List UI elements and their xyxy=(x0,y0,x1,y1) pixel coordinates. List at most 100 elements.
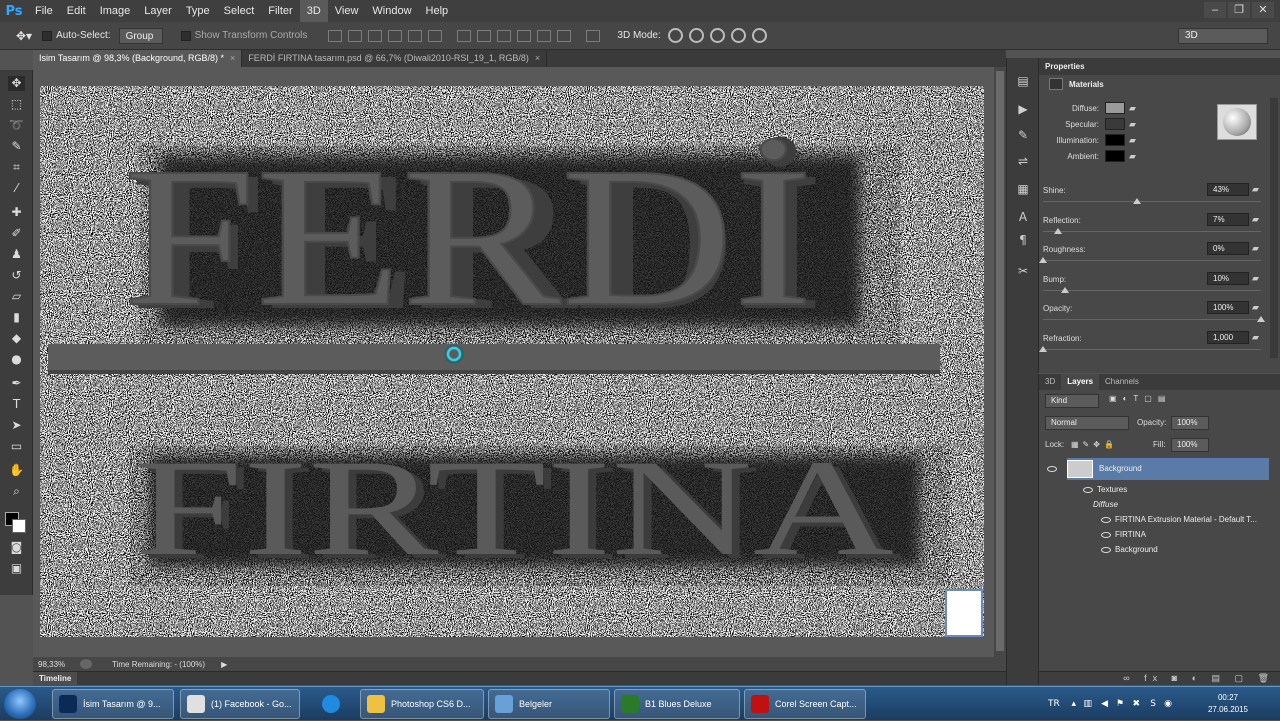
filter-type-icon[interactable]: T xyxy=(1133,394,1138,403)
action-center-icon[interactable]: ⚑ xyxy=(1114,699,1124,709)
menu-type[interactable]: Type xyxy=(179,0,217,22)
timeline-tab[interactable]: Timeline xyxy=(33,672,78,686)
visibility-eye-icon[interactable] xyxy=(1101,532,1111,538)
slider-track[interactable] xyxy=(1043,260,1261,261)
taskbar-button[interactable]: (1) Facebook - Go... xyxy=(180,689,300,719)
start-button[interactable] xyxy=(4,689,36,719)
tab-3d[interactable]: 3D xyxy=(1039,374,1061,390)
slider-track[interactable] xyxy=(1043,289,1261,291)
lasso-tool-icon[interactable]: ➰ xyxy=(8,118,25,133)
distribute-right-icon[interactable] xyxy=(557,29,572,42)
properties-scrollbar[interactable] xyxy=(1270,98,1278,358)
menu-image[interactable]: Image xyxy=(93,0,138,22)
character-icon[interactable]: A xyxy=(1016,210,1030,224)
material-color-swatch[interactable] xyxy=(1105,102,1125,114)
layer-action-icons[interactable]: ∞ fx ◙ ◐ ▤ ▢ 🗑 xyxy=(1123,673,1275,684)
filter-adjust-icon[interactable]: ◐ xyxy=(1123,394,1128,403)
slider-knob[interactable] xyxy=(1039,345,1047,352)
menu-help[interactable]: Help xyxy=(419,0,456,22)
marquee-tool-icon[interactable]: ⬚ xyxy=(8,97,25,112)
folder-icon[interactable]: ▰ xyxy=(1129,103,1139,113)
folder-icon[interactable]: ▰ xyxy=(1252,302,1259,313)
menu-file[interactable]: File xyxy=(28,0,60,22)
crop-tool-icon[interactable]: ⌗ xyxy=(8,160,25,175)
folder-icon[interactable]: ▰ xyxy=(1252,273,1259,284)
eyedropper-tool-icon[interactable]: ⁄ xyxy=(8,181,25,196)
layer-row[interactable]: Background xyxy=(1047,458,1269,480)
fill-field[interactable]: 100% xyxy=(1171,438,1209,452)
layer-row[interactable]: Diffuse xyxy=(1039,497,1269,512)
tools-icon[interactable]: ✂ xyxy=(1016,264,1030,278)
3d-rotate-icon[interactable] xyxy=(667,28,683,43)
align-top-icon[interactable] xyxy=(328,29,343,42)
visibility-eye-icon[interactable] xyxy=(1083,487,1093,493)
slider-value-field[interactable]: 1,000 xyxy=(1207,330,1249,344)
align-hcenter-icon[interactable] xyxy=(408,29,423,42)
slider-knob[interactable] xyxy=(1132,198,1141,204)
3d-roll-icon[interactable] xyxy=(688,28,704,43)
slider-track[interactable] xyxy=(1043,319,1261,320)
folder-icon[interactable]: ▰ xyxy=(1252,243,1259,254)
paragraph-icon[interactable]: ¶ xyxy=(1016,233,1030,247)
blur-tool-icon[interactable]: ◆ xyxy=(8,331,25,346)
workspace-dropdown[interactable]: 3D xyxy=(1178,28,1268,44)
material-color-swatch[interactable] xyxy=(1105,134,1125,146)
folder-icon[interactable]: ▰ xyxy=(1252,184,1259,195)
healing-tool-icon[interactable]: ✚ xyxy=(8,205,25,220)
distribute-top-icon[interactable] xyxy=(457,29,472,42)
visibility-eye-icon[interactable] xyxy=(1047,466,1057,472)
language-indicator[interactable]: TR xyxy=(1048,699,1060,709)
distribute-bottom-icon[interactable] xyxy=(497,29,512,42)
folder-icon[interactable]: ▰ xyxy=(1129,135,1139,145)
slider-value-field[interactable]: 100% xyxy=(1207,301,1249,314)
network-icon[interactable]: ▥ xyxy=(1082,699,1092,709)
filter-pixel-icon[interactable]: ▣ xyxy=(1109,394,1117,403)
properties-title[interactable]: Properties xyxy=(1039,58,1280,75)
align-vcenter-icon[interactable] xyxy=(348,29,363,42)
menu-window[interactable]: Window xyxy=(365,0,418,22)
adjustments-icon[interactable]: ⇌ xyxy=(1016,154,1030,168)
folder-icon[interactable]: ▰ xyxy=(1252,214,1259,225)
align-bottom-icon[interactable] xyxy=(368,29,383,42)
auto-select-dropdown[interactable]: Group xyxy=(118,27,163,44)
capture-icon[interactable]: ◉ xyxy=(1162,699,1172,709)
scroll-thumb[interactable] xyxy=(996,71,1004,651)
filter-smart-icon[interactable]: ▤ xyxy=(1158,394,1166,403)
gradient-tool-icon[interactable]: ▮ xyxy=(8,310,25,325)
document-tab[interactable]: FERDİ FIRTINA tasarım.psd @ 66,7% (Diwal… xyxy=(242,50,548,67)
opacity-field[interactable]: 100% xyxy=(1171,416,1209,430)
menu-view[interactable]: View xyxy=(328,0,366,22)
pen-tool-icon[interactable]: ✒ xyxy=(8,376,25,391)
status-icon[interactable] xyxy=(80,659,92,669)
slider-knob[interactable] xyxy=(1257,316,1265,322)
volume-icon[interactable]: ◀ xyxy=(1098,699,1108,709)
menu-layer[interactable]: Layer xyxy=(137,0,179,22)
slider-knob[interactable] xyxy=(1060,286,1069,293)
status-menu-arrow-icon[interactable]: ▶ xyxy=(221,660,227,669)
layer-row[interactable]: Textures xyxy=(1039,482,1269,497)
3d-slide-icon[interactable] xyxy=(730,28,746,43)
slider-value-field[interactable]: 7% xyxy=(1207,212,1249,226)
eraser-tool-icon[interactable]: ▱ xyxy=(8,289,25,304)
taskbar-button[interactable]: Photoshop CS6 D... xyxy=(360,689,484,719)
canvas[interactable]: FERDİ FERDİ FIRTINA FIRTINA xyxy=(40,86,984,637)
skype-icon[interactable]: S xyxy=(1146,699,1156,709)
layer-row[interactable]: FIRTINA Extrusion Material - Default T..… xyxy=(1039,512,1269,527)
path-select-tool-icon[interactable]: ➤ xyxy=(8,418,25,433)
slider-knob[interactable] xyxy=(1039,257,1047,263)
menu-edit[interactable]: Edit xyxy=(60,0,93,22)
visibility-eye-icon[interactable] xyxy=(1101,517,1111,523)
minimize-button[interactable]: – xyxy=(1204,2,1226,18)
folder-icon[interactable]: ▰ xyxy=(1252,332,1259,343)
hand-tool-icon[interactable]: ✋ xyxy=(8,463,25,478)
brushes-icon[interactable]: ▦ xyxy=(1016,182,1030,196)
taskbar-button[interactable]: B1 Blues Deluxe xyxy=(614,689,740,719)
restore-button[interactable]: ❐ xyxy=(1228,2,1250,18)
clock[interactable]: 00:27 27.06.2015 xyxy=(1198,692,1258,716)
move-tool-icon[interactable]: ✥ xyxy=(8,76,25,91)
slider-value-field[interactable]: 0% xyxy=(1207,242,1249,255)
taskbar-button[interactable]: İsim Tasarım @ 9... xyxy=(52,689,174,719)
menu-3d[interactable]: 3D xyxy=(299,0,328,22)
layer-row[interactable]: Background xyxy=(1039,542,1269,557)
layer-filter-kind[interactable]: Kind xyxy=(1045,394,1099,408)
